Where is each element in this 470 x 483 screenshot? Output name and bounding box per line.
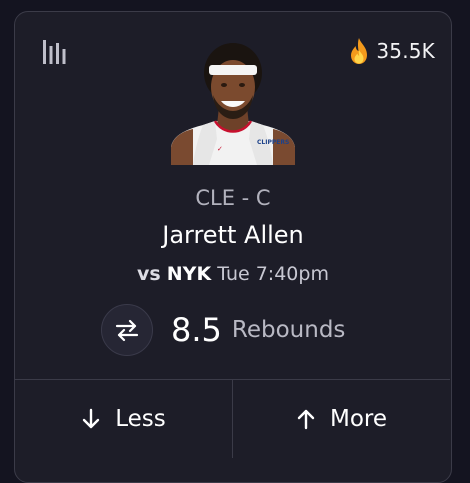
svg-text:CLIPPERS: CLIPPERS bbox=[257, 139, 289, 146]
arrow-up-icon bbox=[297, 409, 315, 430]
player-prop-card: 35.5K CLIPPERS ✓ CLE - C Jarrett Allen v… bbox=[14, 11, 452, 483]
svg-text:✓: ✓ bbox=[217, 145, 223, 153]
game-time: Tue 7:40pm bbox=[217, 263, 329, 285]
line-value: 8.5 bbox=[171, 311, 222, 349]
more-button-label: More bbox=[329, 406, 388, 432]
team-position-label: CLE - C bbox=[195, 186, 271, 210]
opponent-team: NYK bbox=[166, 263, 212, 285]
popularity-badge: 35.5K bbox=[348, 34, 435, 68]
bar-chart-icon[interactable] bbox=[42, 40, 68, 64]
vs-label: vs bbox=[137, 263, 161, 285]
player-headshot: CLIPPERS ✓ bbox=[169, 43, 297, 165]
stat-type-label: Rebounds bbox=[231, 317, 346, 343]
swap-stat-button[interactable] bbox=[101, 304, 153, 356]
swap-arrows-icon bbox=[115, 319, 139, 342]
less-button[interactable]: Less bbox=[15, 380, 232, 458]
less-button-label: Less bbox=[115, 406, 166, 432]
pick-choices: Less More bbox=[15, 379, 450, 482]
arrow-down-icon bbox=[83, 408, 100, 429]
matchup-info: vs NYK Tue 7:40pm bbox=[15, 263, 451, 285]
fire-icon bbox=[351, 38, 368, 64]
player-name: Jarrett Allen bbox=[162, 221, 304, 249]
more-button[interactable]: More bbox=[232, 380, 450, 458]
popularity-count: 35.5K bbox=[376, 39, 435, 63]
projection-line: 8.5 Rebounds bbox=[101, 302, 345, 358]
